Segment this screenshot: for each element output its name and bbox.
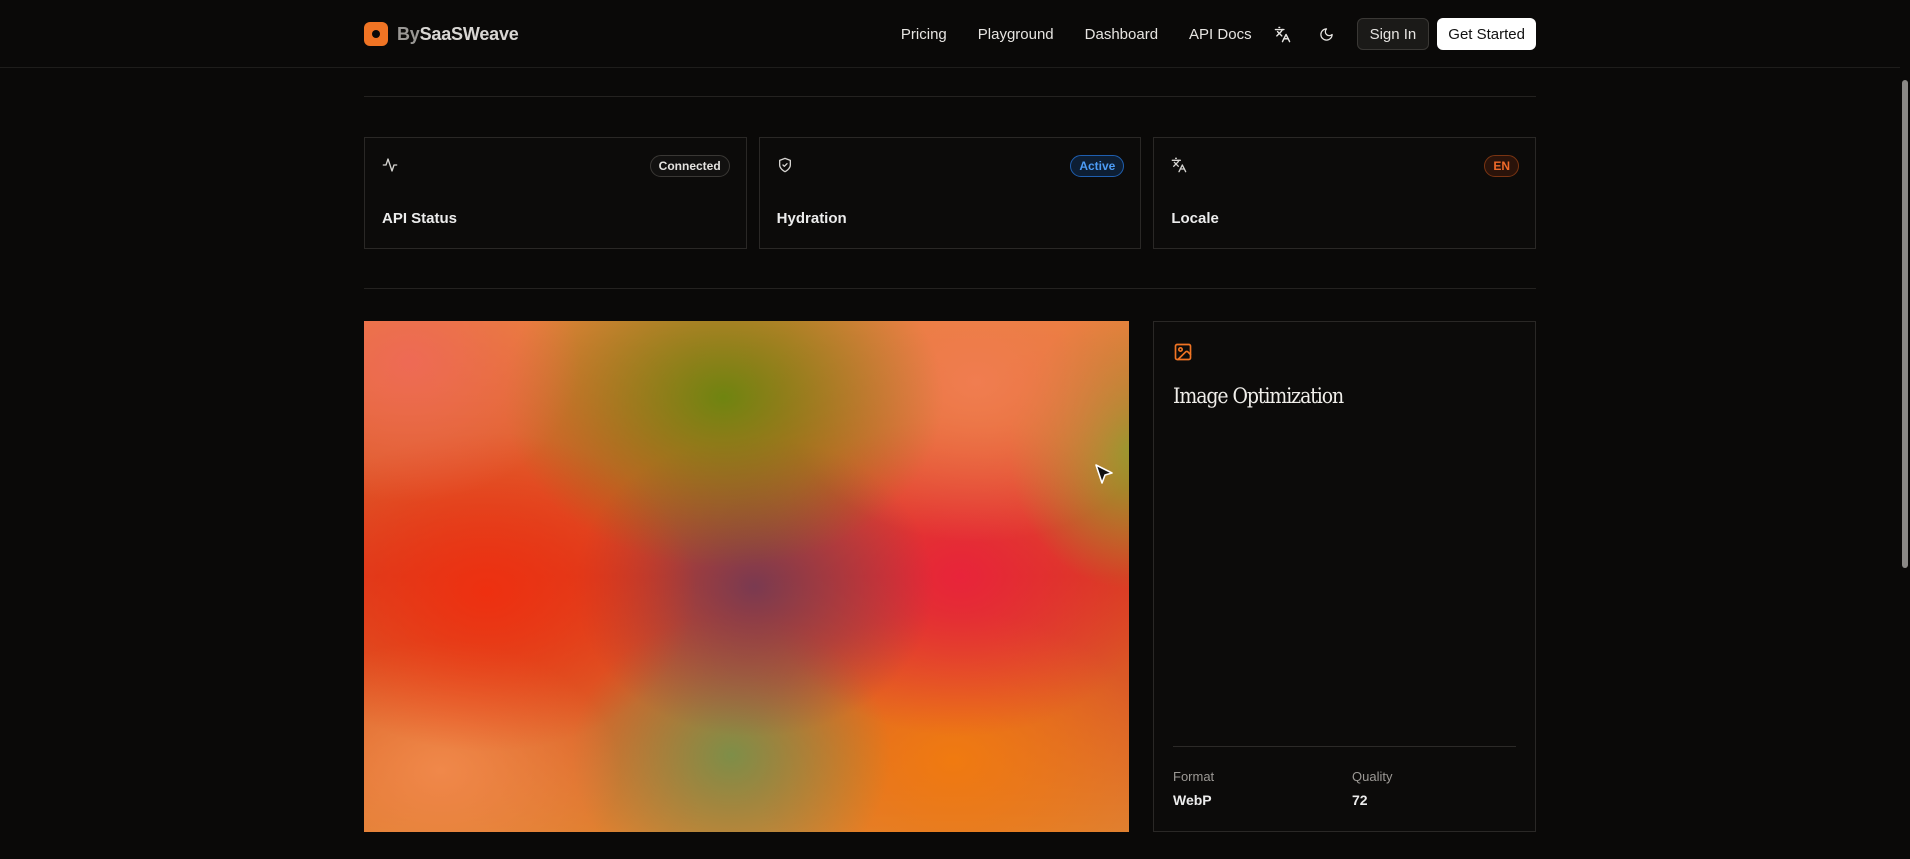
brand[interactable]: BySaaSWeave — [364, 22, 519, 46]
brand-logo-icon — [364, 22, 388, 46]
format-meta: Format WebP — [1173, 769, 1214, 808]
translate-icon — [1172, 157, 1187, 173]
language-toggle-button[interactable] — [1270, 21, 1296, 47]
brand-text: BySaaSWeave — [397, 24, 519, 45]
status-label-api: API Status — [382, 210, 458, 227]
status-badge-active: Active — [1070, 155, 1125, 177]
status-card-hydration: Active Hydration — [758, 137, 1142, 249]
section-divider-middle — [364, 288, 1536, 289]
quality-meta: Quality 72 — [1352, 769, 1392, 808]
image-panel-divider — [1173, 746, 1516, 747]
image-preview — [364, 321, 1129, 832]
header-inner: BySaaSWeave Pricing Playground Dashboard… — [364, 0, 1536, 68]
activity-icon — [382, 158, 398, 172]
page-scrollbar-thumb[interactable] — [1902, 80, 1908, 568]
nav-playground[interactable]: Playground — [978, 26, 1054, 43]
status-label-hydration: Hydration — [776, 210, 847, 227]
sign-in-button[interactable]: Sign In — [1356, 18, 1430, 50]
brand-prefix: By — [397, 23, 420, 44]
status-badge-locale: EN — [1484, 155, 1520, 177]
status-badge-connected: Connected — [649, 155, 730, 177]
translate-icon — [1274, 26, 1291, 42]
section-divider-top — [364, 96, 1536, 97]
nav-api-docs[interactable]: API Docs — [1189, 26, 1252, 43]
page: BySaaSWeave Pricing Playground Dashboard… — [0, 0, 1910, 859]
get-started-button[interactable]: Get Started — [1437, 18, 1536, 50]
nav-pricing[interactable]: Pricing — [901, 26, 947, 43]
moon-icon — [1320, 27, 1333, 41]
status-card-locale: EN Locale — [1153, 137, 1537, 249]
format-label: Format — [1173, 769, 1215, 784]
nav-dashboard[interactable]: Dashboard — [1085, 26, 1158, 43]
top-header: BySaaSWeave Pricing Playground Dashboard… — [0, 0, 1900, 68]
status-card-api: Connected API Status — [364, 137, 747, 249]
mouse-cursor-icon — [1095, 464, 1113, 484]
brand-name: SaaSWeave — [419, 23, 519, 44]
status-cards: Connected API Status Active Hydration EN… — [364, 137, 1537, 249]
image-icon — [1174, 343, 1192, 361]
quality-value: 72 — [1352, 792, 1368, 808]
format-value: WebP — [1173, 792, 1212, 808]
main-nav: Pricing Playground Dashboard API Docs Si… — [901, 18, 1536, 50]
theme-toggle-button[interactable] — [1314, 21, 1340, 47]
status-label-locale: Locale — [1171, 210, 1219, 227]
image-info-panel: Image Optimization Format WebP Quality 7… — [1153, 321, 1536, 832]
image-panel-title: Image Optimization — [1173, 384, 1344, 408]
quality-label: Quality — [1352, 769, 1393, 784]
shield-icon — [778, 157, 791, 173]
